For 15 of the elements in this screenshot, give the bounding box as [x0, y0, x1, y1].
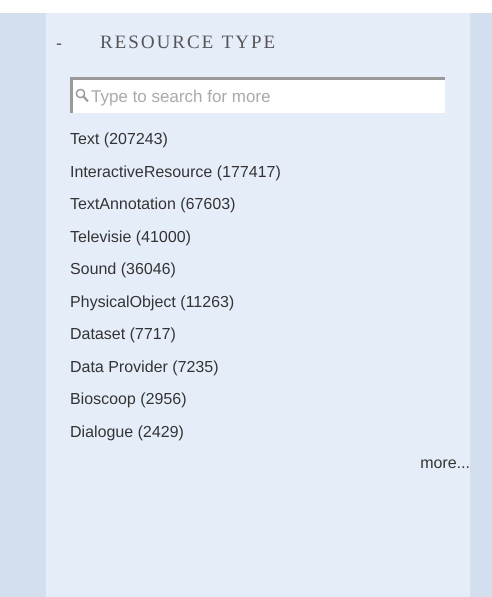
facet-link[interactable]: Televisie (41000) — [70, 222, 191, 254]
search-icon — [75, 88, 89, 103]
facet-title: RESOURCE TYPE — [100, 30, 278, 55]
facet-link[interactable]: Dataset (7717) — [70, 319, 176, 352]
search-field[interactable]: Type to search for more — [70, 77, 445, 113]
facet-link[interactable]: InteractiveResource (177417) — [70, 156, 281, 189]
facet-link[interactable]: Data Provider (7235) — [70, 352, 219, 384]
facet-link[interactable]: Text (207243) — [70, 124, 168, 156]
more-link[interactable]: more... — [420, 452, 470, 476]
collapse-toggle[interactable]: - — [56, 30, 90, 56]
facet-link[interactable]: Bioscoop (2956) — [70, 384, 187, 416]
facet-link[interactable]: TextAnnotation (67603) — [70, 189, 236, 222]
facet-link[interactable]: Dialogue (2429) — [70, 416, 184, 449]
facet-link[interactable]: PhysicalObject (11263) — [70, 286, 234, 319]
facet-link[interactable]: Sound (36046) — [70, 254, 176, 286]
